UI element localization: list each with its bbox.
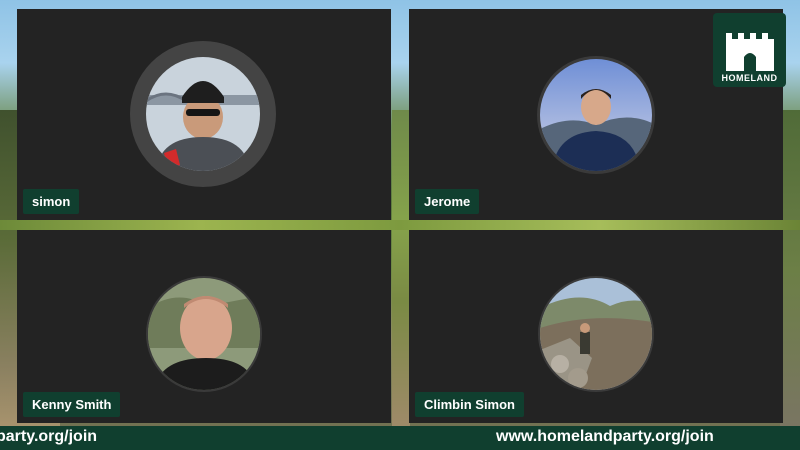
person-outdoors-photo-icon xyxy=(540,59,652,171)
participant-name-label: simon xyxy=(23,189,80,214)
avatar-speaking-ring xyxy=(130,41,276,187)
person-in-beanie-photo-icon xyxy=(146,57,260,171)
hiker-on-rocks-photo-icon xyxy=(540,278,652,390)
avatar-ring xyxy=(537,56,655,174)
homeland-logo: HOMELAND xyxy=(713,13,786,87)
logo-text: HOMELAND xyxy=(721,73,778,83)
ticker-url-right: www.homelandparty.org/join xyxy=(496,428,714,445)
participant-name-label: Climbin Simon xyxy=(415,392,524,417)
avatar xyxy=(146,57,260,171)
background-valley xyxy=(392,110,410,430)
participant-tile-climbin-simon[interactable]: Climbin Simon xyxy=(409,230,783,423)
avatar-ring xyxy=(538,276,654,392)
person-close-up-photo-icon xyxy=(148,278,260,390)
background-grass xyxy=(0,220,800,230)
avatar xyxy=(540,59,652,171)
avatar xyxy=(540,278,652,390)
participant-tile-kenny-smith[interactable]: Kenny Smith xyxy=(17,230,391,423)
castle-icon xyxy=(725,33,774,71)
avatar xyxy=(148,278,260,390)
avatar-ring xyxy=(146,276,262,392)
background-hill-right xyxy=(780,110,800,430)
footer-ticker: party.org/join www.homelandparty.org/joi… xyxy=(0,426,800,450)
participant-name-label: Jerome xyxy=(415,189,480,214)
ticker-url-left: party.org/join xyxy=(0,428,98,445)
participant-tile-simon[interactable]: simon xyxy=(17,9,391,220)
participant-name-label: Kenny Smith xyxy=(23,392,121,417)
